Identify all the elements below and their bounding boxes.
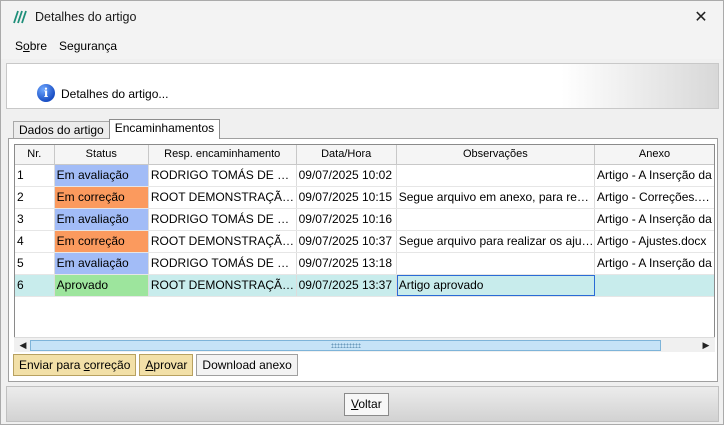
scroll-right-arrow-icon[interactable]: ▶ bbox=[699, 339, 713, 352]
send-for-correction-button[interactable]: Enviar para correção bbox=[13, 354, 137, 376]
close-button[interactable]: ✕ bbox=[679, 1, 723, 33]
header-banner: i Detalhes do artigo... bbox=[6, 63, 719, 109]
menu-sobre[interactable]: Sobre bbox=[9, 39, 53, 53]
cell-observacoes[interactable] bbox=[397, 209, 596, 230]
cell-observacoes[interactable]: Artigo aprovado bbox=[396, 275, 596, 296]
table-row[interactable]: 3 Em avaliação RODRIGO TOMÁS DE PAU... 09/0… bbox=[15, 209, 714, 231]
cell-observacoes[interactable]: Segue arquivo em anexo, para reali... bbox=[397, 187, 596, 208]
tab-encaminhamentos[interactable]: Encaminhamentos bbox=[108, 119, 221, 139]
column-header-observacoes[interactable]: Observações bbox=[397, 145, 596, 164]
cell-resp[interactable]: RODRIGO TOMÁS DE PAU... bbox=[149, 165, 297, 186]
scroll-grip bbox=[331, 343, 361, 348]
cell-observacoes[interactable] bbox=[397, 253, 596, 274]
cell-status[interactable]: Em avaliação bbox=[54, 209, 149, 230]
cell-anexo[interactable]: Artigo - A Inserção da bbox=[595, 165, 714, 186]
cell-data-hora[interactable]: 09/07/2025 10:15 bbox=[297, 187, 397, 208]
app-logo-icon bbox=[13, 9, 29, 25]
encaminhamentos-table: Nr. Status Resp. encaminhamento Data/Hor… bbox=[14, 144, 715, 348]
table-body: 1 Em avaliação RODRIGO TOMÁS DE PAU... 09/0… bbox=[15, 165, 714, 297]
column-header-status[interactable]: Status bbox=[55, 145, 149, 164]
table-row[interactable]: 1 Em avaliação RODRIGO TOMÁS DE PAU... 09/0… bbox=[15, 165, 714, 187]
table-row[interactable]: 6 Aprovado ROOT DEMONSTRAÇÃO J... 09/07/202… bbox=[15, 275, 714, 297]
horizontal-scrollbar[interactable]: ◀ ▶ bbox=[14, 337, 715, 352]
cell-status[interactable]: Em correção bbox=[54, 187, 149, 208]
cell-resp[interactable]: ROOT DEMONSTRAÇÃO J... bbox=[149, 275, 297, 296]
table-row[interactable]: 2 Em correção ROOT DEMONSTRAÇÃO J... 09/07/… bbox=[15, 187, 714, 209]
cell-anexo[interactable]: Artigo - A Inserção da bbox=[595, 253, 714, 274]
cell-observacoes[interactable]: Segue arquivo para realizar os ajust... bbox=[397, 231, 596, 252]
column-header-anexo[interactable]: Anexo bbox=[595, 145, 714, 164]
cell-nr[interactable]: 5 bbox=[15, 253, 55, 274]
cell-nr[interactable]: 2 bbox=[15, 187, 55, 208]
cell-nr[interactable]: 4 bbox=[15, 231, 55, 252]
menu-bar: Sobre Segurança bbox=[1, 33, 723, 59]
tab-strip: Dados do artigo Encaminhamentos bbox=[13, 119, 221, 139]
scroll-track[interactable] bbox=[30, 340, 661, 351]
cell-resp[interactable]: RODRIGO TOMÁS DE PAU... bbox=[149, 253, 297, 274]
menu-seguranca[interactable]: Segurança bbox=[53, 39, 123, 53]
cell-status[interactable]: Em avaliação bbox=[54, 165, 149, 186]
cell-data-hora[interactable]: 09/07/2025 10:16 bbox=[297, 209, 397, 230]
download-attachment-button[interactable]: Download anexo bbox=[196, 354, 298, 376]
cell-resp[interactable]: ROOT DEMONSTRAÇÃO J... bbox=[149, 231, 297, 252]
cell-data-hora[interactable]: 09/07/2025 10:37 bbox=[297, 231, 397, 252]
cell-status[interactable]: Em avaliação bbox=[54, 253, 149, 274]
cell-anexo[interactable]: Artigo - Correções.doc bbox=[595, 187, 714, 208]
approve-button[interactable]: Aprovar bbox=[139, 354, 194, 376]
encaminhamentos-panel: Nr. Status Resp. encaminhamento Data/Hor… bbox=[8, 138, 718, 382]
cell-nr[interactable]: 1 bbox=[15, 165, 55, 186]
banner-text: Detalhes do artigo... bbox=[61, 87, 169, 101]
scroll-thumb[interactable] bbox=[30, 340, 661, 351]
cell-status[interactable]: Aprovado bbox=[54, 275, 149, 296]
cell-data-hora[interactable]: 09/07/2025 13:37 bbox=[297, 275, 397, 296]
cell-data-hora[interactable]: 09/07/2025 10:02 bbox=[297, 165, 397, 186]
window-title: Detalhes do artigo bbox=[35, 10, 137, 24]
title-bar: Detalhes do artigo ✕ bbox=[1, 1, 723, 33]
tab-dados-do-artigo[interactable]: Dados do artigo bbox=[13, 121, 110, 139]
cell-observacoes[interactable] bbox=[397, 165, 596, 186]
cell-nr[interactable]: 3 bbox=[15, 209, 55, 230]
column-header-nr[interactable]: Nr. bbox=[15, 145, 55, 164]
cell-status[interactable]: Em correção bbox=[54, 231, 149, 252]
footer-bar: Voltar bbox=[6, 386, 719, 422]
cell-resp[interactable]: ROOT DEMONSTRAÇÃO J... bbox=[149, 187, 297, 208]
action-buttons: Enviar para correção Aprovar Download an… bbox=[13, 354, 298, 376]
table-header: Nr. Status Resp. encaminhamento Data/Hor… bbox=[15, 145, 714, 165]
table-row[interactable]: 5 Em avaliação RODRIGO TOMÁS DE PAU... 09/0… bbox=[15, 253, 714, 275]
cell-anexo[interactable] bbox=[595, 275, 714, 296]
cell-resp[interactable]: RODRIGO TOMÁS DE PAU... bbox=[149, 209, 297, 230]
back-button[interactable]: Voltar bbox=[344, 393, 389, 416]
cell-nr[interactable]: 6 bbox=[15, 275, 55, 296]
column-header-data-hora[interactable]: Data/Hora bbox=[297, 145, 397, 164]
cell-data-hora[interactable]: 09/07/2025 13:18 bbox=[297, 253, 397, 274]
cell-anexo[interactable]: Artigo - Ajustes.docx bbox=[595, 231, 714, 252]
table-row[interactable]: 4 Em correção ROOT DEMONSTRAÇÃO J... 09/07/… bbox=[15, 231, 714, 253]
cell-anexo[interactable]: Artigo - A Inserção da bbox=[595, 209, 714, 230]
info-icon: i bbox=[37, 84, 55, 102]
article-details-window: Detalhes do artigo ✕ Sobre Segurança i D… bbox=[0, 0, 724, 425]
column-header-resp[interactable]: Resp. encaminhamento bbox=[149, 145, 297, 164]
scroll-left-arrow-icon[interactable]: ◀ bbox=[16, 339, 30, 352]
